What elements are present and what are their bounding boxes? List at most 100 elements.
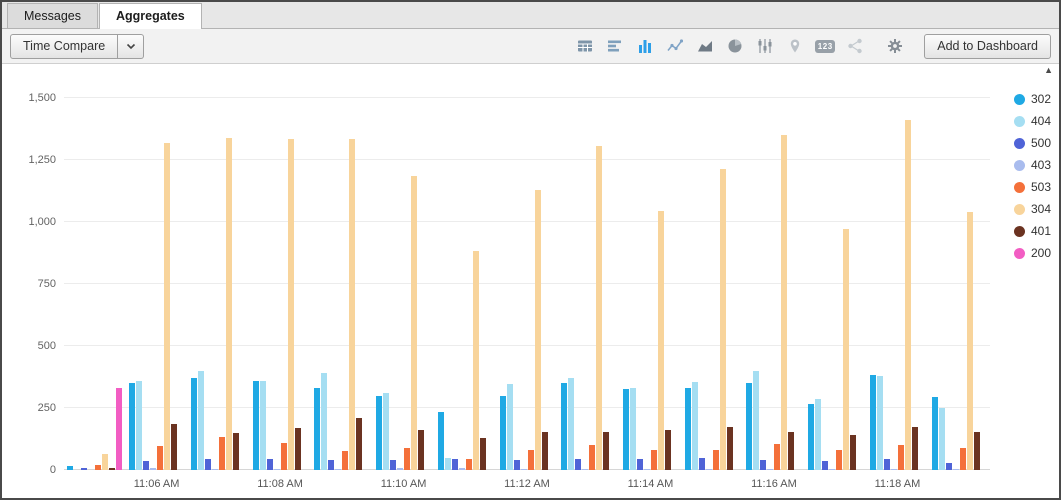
bar-403[interactable] bbox=[706, 469, 712, 470]
bar-chart-icon[interactable] bbox=[632, 33, 658, 59]
bar-302[interactable] bbox=[932, 397, 938, 470]
bar-304[interactable] bbox=[720, 169, 726, 470]
bar-304[interactable] bbox=[411, 176, 417, 470]
bar-302[interactable] bbox=[623, 389, 629, 470]
bar-500[interactable] bbox=[637, 459, 643, 470]
bar-304[interactable] bbox=[349, 139, 355, 470]
bar-404[interactable] bbox=[877, 376, 883, 470]
bar-500[interactable] bbox=[205, 459, 211, 470]
time-compare-dropdown-button[interactable] bbox=[118, 34, 144, 59]
bar-304[interactable] bbox=[102, 454, 108, 470]
bar-302[interactable] bbox=[253, 381, 259, 470]
bar-304[interactable] bbox=[658, 211, 664, 470]
bar-404[interactable] bbox=[939, 408, 945, 470]
bar-403[interactable] bbox=[953, 469, 959, 470]
bar-503[interactable] bbox=[157, 446, 163, 470]
legend-item-302[interactable]: 302 bbox=[1014, 92, 1051, 106]
line-chart-icon[interactable] bbox=[662, 33, 688, 59]
bar-304[interactable] bbox=[226, 138, 232, 470]
node-link-icon[interactable] bbox=[842, 33, 868, 59]
bar-302[interactable] bbox=[191, 378, 197, 470]
bar-403[interactable] bbox=[397, 468, 403, 470]
bar-404[interactable] bbox=[260, 381, 266, 470]
bar-500[interactable] bbox=[884, 459, 890, 470]
bar-401[interactable] bbox=[480, 438, 486, 470]
bar-500[interactable] bbox=[575, 459, 581, 470]
bar-404[interactable] bbox=[136, 381, 142, 470]
bar-403[interactable] bbox=[644, 469, 650, 470]
bar-401[interactable] bbox=[912, 427, 918, 470]
bar-500[interactable] bbox=[143, 461, 149, 470]
pie-chart-icon[interactable] bbox=[722, 33, 748, 59]
bar-503[interactable] bbox=[589, 445, 595, 470]
bar-404[interactable] bbox=[692, 382, 698, 470]
scroll-up-icon[interactable]: ▲ bbox=[1044, 65, 1053, 75]
bar-304[interactable] bbox=[596, 146, 602, 470]
bar-503[interactable] bbox=[404, 448, 410, 470]
bar-404[interactable] bbox=[198, 371, 204, 470]
bar-403[interactable] bbox=[212, 469, 218, 470]
legend-item-304[interactable]: 304 bbox=[1014, 202, 1051, 216]
tab-messages[interactable]: Messages bbox=[7, 3, 98, 28]
bar-200[interactable] bbox=[116, 388, 122, 470]
bar-403[interactable] bbox=[335, 469, 341, 470]
bar-503[interactable] bbox=[713, 450, 719, 470]
legend-item-403[interactable]: 403 bbox=[1014, 158, 1051, 172]
bar-302[interactable] bbox=[561, 383, 567, 470]
legend-item-500[interactable]: 500 bbox=[1014, 136, 1051, 150]
area-chart-icon[interactable] bbox=[692, 33, 718, 59]
bar-401[interactable] bbox=[974, 432, 980, 470]
bar-503[interactable] bbox=[466, 459, 472, 470]
bar-503[interactable] bbox=[281, 443, 287, 470]
bar-503[interactable] bbox=[95, 465, 101, 470]
gear-icon[interactable] bbox=[882, 33, 908, 59]
bar-304[interactable] bbox=[288, 139, 294, 470]
bar-500[interactable] bbox=[514, 460, 520, 470]
bar-302[interactable] bbox=[438, 412, 444, 470]
bar-401[interactable] bbox=[109, 468, 115, 470]
bar-304[interactable] bbox=[473, 251, 479, 470]
bar-500[interactable] bbox=[946, 463, 952, 470]
bar-403[interactable] bbox=[829, 469, 835, 470]
bar-500[interactable] bbox=[390, 460, 396, 470]
bar-304[interactable] bbox=[843, 229, 849, 470]
bar-403[interactable] bbox=[521, 469, 527, 470]
bar-404[interactable] bbox=[321, 373, 327, 470]
bar-401[interactable] bbox=[171, 424, 177, 470]
bar-401[interactable] bbox=[295, 428, 301, 470]
bar-304[interactable] bbox=[781, 135, 787, 470]
bar-302[interactable] bbox=[500, 396, 506, 470]
bar-403[interactable] bbox=[459, 468, 465, 470]
bar-302[interactable] bbox=[870, 375, 876, 470]
bar-500[interactable] bbox=[760, 460, 766, 470]
bar-401[interactable] bbox=[603, 432, 609, 470]
legend-item-401[interactable]: 401 bbox=[1014, 224, 1051, 238]
add-to-dashboard-button[interactable]: Add to Dashboard bbox=[924, 34, 1051, 59]
bar-401[interactable] bbox=[356, 418, 362, 470]
bar-500[interactable] bbox=[328, 460, 334, 470]
bar-401[interactable] bbox=[418, 430, 424, 470]
bar-401[interactable] bbox=[233, 433, 239, 470]
number-format-icon[interactable]: 123 bbox=[812, 33, 838, 59]
bar-503[interactable] bbox=[960, 448, 966, 470]
legend-item-503[interactable]: 503 bbox=[1014, 180, 1051, 194]
bar-500[interactable] bbox=[822, 461, 828, 470]
bar-304[interactable] bbox=[535, 190, 541, 470]
horizontal-bar-chart-icon[interactable] bbox=[602, 33, 628, 59]
bar-403[interactable] bbox=[891, 469, 897, 470]
bar-302[interactable] bbox=[746, 383, 752, 470]
bar-500[interactable] bbox=[452, 459, 458, 470]
bar-302[interactable] bbox=[808, 404, 814, 470]
candlestick-icon[interactable] bbox=[752, 33, 778, 59]
bar-302[interactable] bbox=[376, 396, 382, 470]
bar-403[interactable] bbox=[767, 469, 773, 470]
bar-404[interactable] bbox=[445, 458, 451, 470]
bar-500[interactable] bbox=[267, 459, 273, 470]
bar-302[interactable] bbox=[685, 388, 691, 470]
tab-aggregates[interactable]: Aggregates bbox=[99, 3, 202, 29]
bar-403[interactable] bbox=[274, 469, 280, 470]
bar-302[interactable] bbox=[314, 388, 320, 470]
bar-401[interactable] bbox=[788, 432, 794, 470]
bar-404[interactable] bbox=[753, 371, 759, 470]
pin-icon[interactable] bbox=[782, 33, 808, 59]
